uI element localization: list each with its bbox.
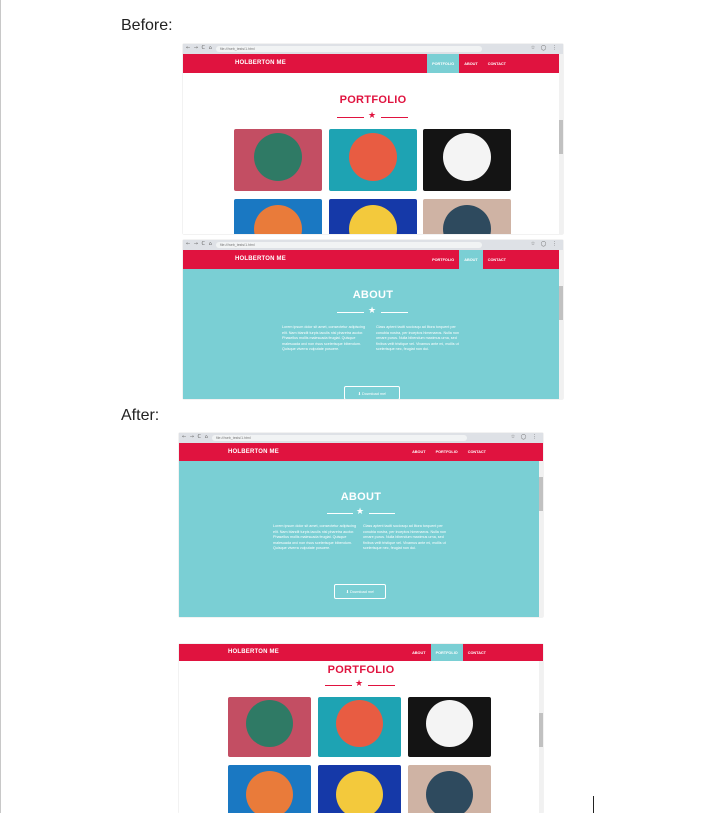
text-cursor	[593, 796, 594, 813]
portfolio-heading: PORTFOLIO	[327, 664, 395, 676]
heading-divider-right	[381, 312, 408, 313]
portfolio-tile-slot-machine	[329, 199, 417, 234]
portfolio-tile-submarine	[423, 199, 511, 234]
address-bar: file:///web_tests/1.html	[216, 242, 482, 248]
scrollbar	[539, 661, 543, 813]
nav-about-link: ABOUT	[464, 61, 478, 66]
portfolio-tile-slot-machine	[318, 765, 401, 813]
scrollbar	[559, 250, 563, 399]
address-bar: file:///web_tests/1.html	[212, 435, 467, 441]
portfolio-tile-circus-tent	[408, 697, 491, 757]
site-brand: HOLBERTON ME	[235, 60, 286, 66]
about-heading: ABOUT	[352, 289, 394, 301]
nav-portfolio-link: PORTFOLIO	[435, 450, 458, 454]
browser-chrome: ← → C ⌂ file:///web_tests/1.html ☆ ◯ ⋮	[183, 240, 563, 250]
browser-nav-icons: ← → C ⌂	[182, 434, 209, 440]
heading-divider-left	[337, 117, 364, 118]
about-section: ABOUT ★ Lorem ipsum dolor sit amet, cons…	[179, 461, 543, 617]
portfolio-tile-cabin	[228, 697, 311, 757]
site-brand: HOLBERTON ME	[235, 256, 286, 262]
browser-tool-icons: ☆ ◯ ⋮	[510, 434, 539, 440]
heading-divider-left	[327, 513, 353, 514]
site-brand: HOLBERTON ME	[228, 649, 279, 655]
site-navbar: HOLBERTON ME PORTFOLIO ABOUT CONTACT	[183, 250, 563, 269]
before-label: Before:	[121, 17, 173, 34]
about-section: ABOUT ★ Lorem ipsum dolor sit amet, cons…	[183, 269, 563, 399]
heading-divider-left	[337, 312, 364, 313]
site-navbar: HOLBERTON ME ABOUT PORTFOLIO CONTACT	[179, 644, 543, 661]
before-about-screenshot: ← → C ⌂ file:///web_tests/1.html ☆ ◯ ⋮ H…	[183, 240, 563, 399]
download-button: ⬇ Download me!	[334, 584, 386, 599]
download-button: ⬇ Download me!	[344, 386, 400, 399]
star-icon: ★	[355, 679, 364, 689]
before-portfolio-screenshot: ← → C ⌂ file:///web_tests/1.html ☆ ◯ ⋮ H…	[183, 44, 563, 234]
browser-tool-icons: ☆ ◯ ⋮	[530, 241, 559, 247]
browser-nav-icons: ← → C ⌂	[186, 241, 213, 247]
portfolio-tile-helmet	[318, 697, 401, 757]
heading-divider-right	[368, 685, 395, 686]
heading-divider-right	[369, 513, 395, 514]
after-portfolio-screenshot: HOLBERTON ME ABOUT PORTFOLIO CONTACT POR…	[179, 644, 543, 813]
scrollbar	[539, 461, 543, 617]
nav-about-link: ABOUT	[459, 250, 483, 269]
portfolio-tile-gamepad	[228, 765, 311, 813]
site-navbar: HOLBERTON ME PORTFOLIO ABOUT CONTACT	[183, 54, 563, 73]
nav-portfolio-link: PORTFOLIO	[430, 644, 463, 661]
browser-nav-icons: ← → C ⌂	[186, 45, 213, 51]
heading-divider-left	[325, 685, 352, 686]
portfolio-tile-cabin	[234, 129, 322, 191]
star-icon: ★	[368, 111, 377, 121]
about-text-right: Class aptent taciti sociosqu ad litora t…	[376, 325, 460, 351]
nav-contact-link: CONTACT	[467, 650, 486, 655]
portfolio-tile-gamepad	[234, 199, 322, 234]
document-left-border	[0, 0, 1, 813]
scrollbar	[559, 54, 563, 234]
browser-chrome: ← → C ⌂ file:///web_tests/1.html ☆ ◯ ⋮	[179, 433, 543, 443]
about-text-left: Lorem ipsum dolor sit amet, consectetur …	[282, 325, 366, 351]
star-icon: ★	[368, 306, 377, 316]
browser-tool-icons: ☆ ◯ ⋮	[530, 45, 559, 51]
nav-contact-link: CONTACT	[487, 257, 506, 262]
nav-contact-link: CONTACT	[487, 61, 506, 66]
about-text-left: Lorem ipsum dolor sit amet, consectetur …	[273, 524, 357, 550]
about-heading: ABOUT	[340, 491, 382, 503]
heading-divider-right	[381, 117, 408, 118]
nav-portfolio-link: PORTFOLIO	[427, 54, 460, 73]
nav-about-link: ABOUT	[412, 650, 426, 655]
browser-chrome: ← → C ⌂ file:///web_tests/1.html ☆ ◯ ⋮	[183, 44, 563, 54]
nav-portfolio-link: PORTFOLIO	[432, 257, 455, 262]
nav-contact-link: CONTACT	[467, 450, 486, 454]
star-icon: ★	[356, 507, 365, 517]
portfolio-tile-circus-tent	[423, 129, 511, 191]
portfolio-heading: PORTFOLIO	[339, 94, 407, 106]
after-about-screenshot: ← → C ⌂ file:///web_tests/1.html ☆ ◯ ⋮ H…	[179, 433, 543, 617]
portfolio-tile-submarine	[408, 765, 491, 813]
after-label: After:	[121, 407, 160, 424]
site-navbar: HOLBERTON ME ABOUT PORTFOLIO CONTACT	[179, 443, 543, 461]
portfolio-tile-helmet	[329, 129, 417, 191]
site-brand: HOLBERTON ME	[228, 449, 279, 455]
address-bar: file:///web_tests/1.html	[216, 46, 482, 52]
nav-about-link: ABOUT	[412, 450, 426, 454]
about-text-right: Class aptent taciti sociosqu ad litora t…	[363, 524, 447, 550]
